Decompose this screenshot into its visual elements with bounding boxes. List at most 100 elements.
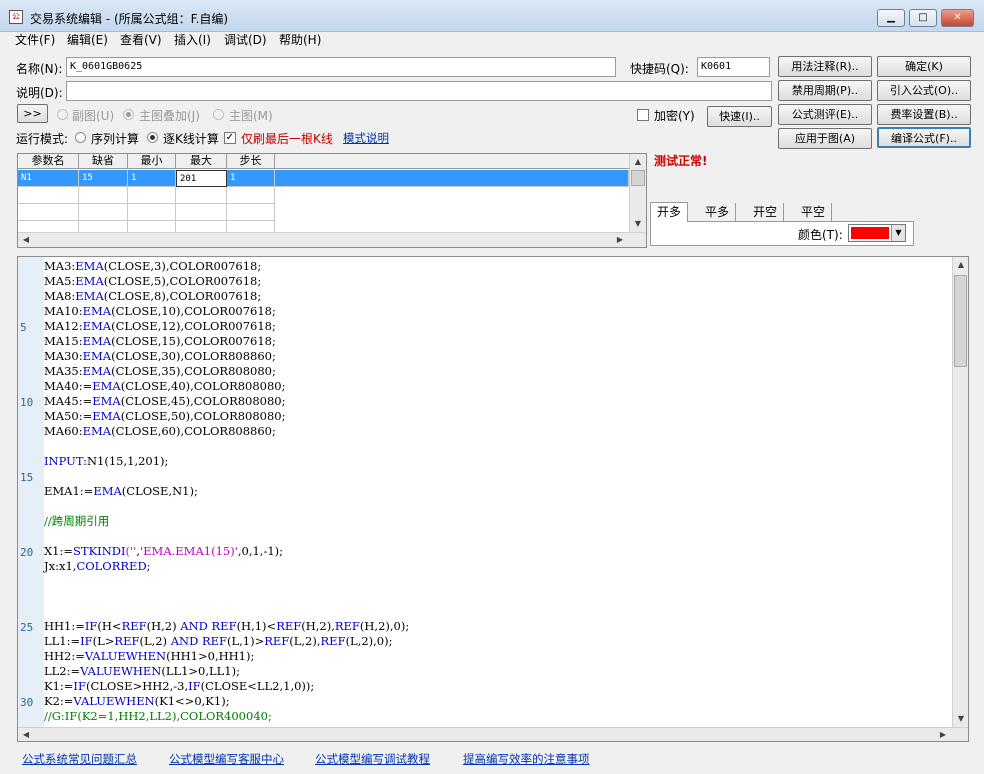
scroll-down-icon[interactable]: ▼ [953,711,968,727]
code-line[interactable]: HH1:=IF(H<REF(H,2) AND REF(H,1)<REF(H,2)… [44,619,409,634]
table-cell[interactable] [79,187,128,204]
formula-eval-button[interactable]: 公式测评(E).. [778,104,872,125]
menu-edit[interactable]: 编辑(E) [67,33,108,48]
scroll-down-icon[interactable]: ▼ [630,216,646,232]
tab-close-short[interactable]: 平空 [795,203,833,221]
code-line[interactable]: //G:IF(K2=1,HH2,LL2),COLOR400040; [44,709,272,724]
code-line[interactable]: //跨周期引用 [44,514,109,529]
param-cell-default[interactable]: 15 [79,170,128,187]
service-center-link[interactable]: 公式模型编写客服中心 [169,751,284,767]
param-cell-name[interactable]: N1 [18,170,79,187]
usage-notes-button[interactable]: 用法注释(R).. [778,56,872,77]
scroll-up-icon[interactable]: ▲ [953,257,968,273]
column-header-max[interactable]: 最大 [176,154,227,169]
per-bar-calc-radio[interactable] [147,132,158,143]
code-line[interactable]: LL1:=IF(L>REF(L,2) AND REF(L,1)>REF(L,2)… [44,634,392,649]
param-cell-min[interactable]: 1 [128,170,176,187]
code-line[interactable]: MA10:EMA(CLOSE,10),COLOR007618; [44,304,276,319]
parameter-table[interactable]: 参数名 缺省 最小 最大 步长 N1 15 1 201 1 ▲ ▼ ◀ ▶ [17,153,647,248]
table-cell[interactable] [176,187,227,204]
code-line[interactable]: MA8:EMA(CLOSE,8),COLOR007618; [44,289,261,304]
editor-vertical-scrollbar[interactable]: ▲ ▼ [952,257,968,727]
table-cell[interactable] [18,187,79,204]
code-line[interactable]: K2:=VALUEWHEN(K1<>0,K1); [44,694,230,709]
table-cell[interactable] [128,204,176,221]
table-vertical-scrollbar[interactable]: ▲ ▼ [629,154,646,232]
code-line[interactable]: LL2:=VALUEWHEN(LL1>0,LL1); [44,664,240,679]
code-line[interactable]: MA12:EMA(CLOSE,12),COLOR007618; [44,319,276,334]
color-picker[interactable]: ▼ [848,224,906,242]
table-cell[interactable] [128,187,176,204]
menu-file[interactable]: 文件(F) [15,33,55,48]
subchart-radio[interactable] [57,109,68,120]
scroll-thumb[interactable] [631,170,645,186]
code-line[interactable]: EMA1:=EMA(CLOSE,N1); [44,484,198,499]
code-line[interactable]: MA40:=EMA(CLOSE,40),COLOR808080; [44,379,286,394]
param-cell-max[interactable]: 201 [176,170,227,187]
fee-settings-button[interactable]: 费率设置(B).. [877,104,971,125]
table-horizontal-scrollbar[interactable]: ◀ ▶ [18,232,646,247]
code-line[interactable]: X1:=STKINDI('','EMA.EMA1(15)',0,1,-1); [44,544,283,559]
param-cell-step[interactable]: 1 [227,170,275,187]
debug-tutorial-link[interactable]: 公式模型编写调试教程 [315,751,430,767]
code-line[interactable]: INPUT:N1(15,1,201); [44,454,168,469]
tab-open-short[interactable]: 开空 [747,203,785,221]
import-formula-button[interactable]: 引入公式(O).. [877,80,971,101]
table-cell[interactable] [227,187,275,204]
code-line[interactable]: MA35:EMA(CLOSE,35),COLOR808080; [44,364,276,379]
code-line[interactable]: MA5:EMA(CLOSE,5),COLOR007618; [44,274,261,289]
name-field[interactable]: K_0601GB0625 [66,57,616,77]
code-line[interactable]: MA30:EMA(CLOSE,30),COLOR808860; [44,349,276,364]
code-line[interactable]: Jx:x1,COLORRED; [44,559,151,574]
table-cell[interactable] [176,204,227,221]
scroll-left-icon[interactable]: ◀ [18,727,34,741]
code-line[interactable]: MA15:EMA(CLOSE,15),COLOR007618; [44,334,276,349]
editor-horizontal-scrollbar[interactable]: ◀ ▶ [18,727,968,741]
main-overlay-radio[interactable] [123,109,134,120]
code-line[interactable]: MA45:=EMA(CLOSE,45),COLOR808080; [44,394,286,409]
maximize-button[interactable]: □ [909,9,937,27]
minimize-button[interactable]: ▁ [877,9,905,27]
disable-period-button[interactable]: 禁用周期(P).. [778,80,872,101]
column-header-param-name[interactable]: 参数名 [18,154,79,169]
menu-insert[interactable]: 插入(I) [174,33,211,48]
description-field[interactable] [66,81,772,101]
menu-view[interactable]: 查看(V) [120,33,162,48]
refresh-last-checkbox[interactable]: ✓ [224,132,236,144]
tab-close-long[interactable]: 平多 [699,203,737,221]
mode-help-link[interactable]: 模式说明 [343,130,389,146]
column-header-min[interactable]: 最小 [128,154,176,169]
expand-button[interactable]: >> [17,104,48,123]
compile-formula-button[interactable]: 编译公式(F).. [877,127,971,148]
tab-open-long[interactable]: 开多 [650,202,689,222]
column-header-step[interactable]: 步长 [227,154,275,169]
code-line[interactable]: HH2:=VALUEWHEN(HH1>0,HH1); [44,649,254,664]
table-cell[interactable] [18,204,79,221]
scroll-up-icon[interactable]: ▲ [630,154,646,170]
menu-help[interactable]: 帮助(H) [279,33,321,48]
code-line[interactable]: MA60:EMA(CLOSE,60),COLOR808860; [44,424,276,439]
confirm-button[interactable]: 确定(K) [877,56,971,77]
speed-button[interactable]: 快速(I).. [707,106,772,127]
close-button[interactable]: ✕ [941,9,974,27]
main-chart-radio[interactable] [213,109,224,120]
scroll-right-icon[interactable]: ▶ [935,727,951,741]
table-cell[interactable] [227,204,275,221]
efficiency-tips-link[interactable]: 提高编写效率的注意事项 [463,751,590,767]
scroll-right-icon[interactable]: ▶ [612,232,628,247]
scroll-thumb[interactable] [954,275,967,367]
apply-to-chart-button[interactable]: 应用于图(A) [778,128,872,149]
sequence-calc-radio[interactable] [75,132,86,143]
code-line[interactable]: MA50:=EMA(CLOSE,50),COLOR808080; [44,409,286,424]
scroll-left-icon[interactable]: ◀ [18,232,34,247]
code-line[interactable]: MA3:EMA(CLOSE,3),COLOR007618; [44,259,261,274]
code-line[interactable]: K1:=IF(CLOSE>HH2,-3,IF(CLOSE<LL2,1,0)); [44,679,314,694]
faq-link[interactable]: 公式系统常见问题汇总 [22,751,137,767]
shortcut-field[interactable]: K0601 [697,57,770,77]
table-cell[interactable] [79,204,128,221]
chevron-down-icon[interactable]: ▼ [891,225,905,241]
menu-debug[interactable]: 调试(D) [224,33,267,48]
code-editor[interactable]: 5 10 15 20 25 30 MA3:EMA(CLOSE,3),COLOR007618… [17,256,969,742]
column-header-default[interactable]: 缺省 [79,154,128,169]
encrypt-checkbox[interactable] [637,109,649,121]
